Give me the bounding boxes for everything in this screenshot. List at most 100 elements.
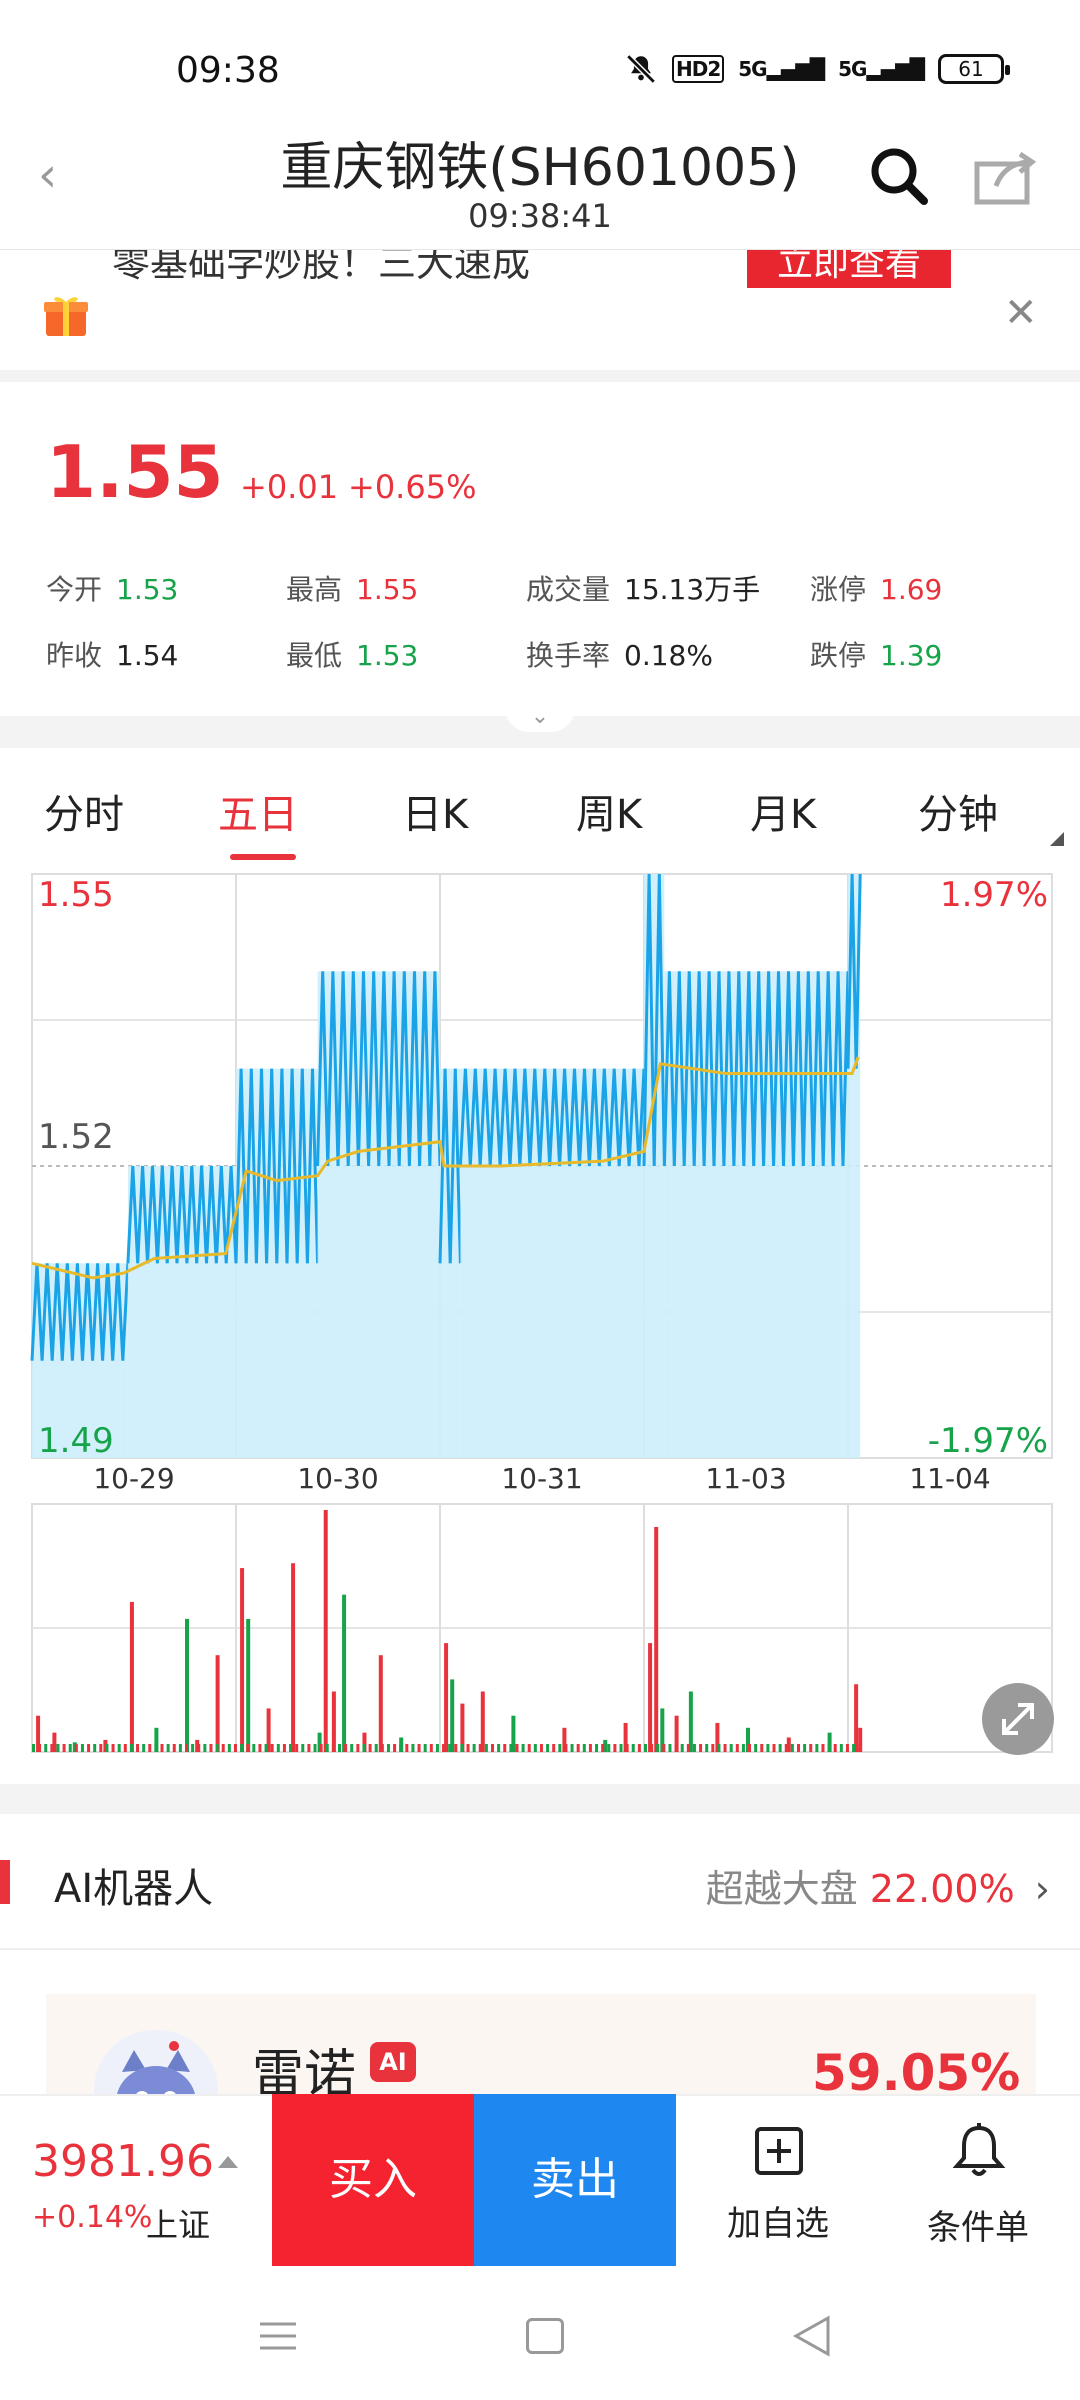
tab-5[interactable]: 分钟 (918, 782, 998, 840)
volume-bar (378, 1655, 383, 1752)
volume-bar (215, 1744, 219, 1752)
volume-bar (497, 1744, 501, 1752)
volume-bar (613, 1744, 617, 1752)
volume-bar (854, 1684, 859, 1752)
y-right-bottom: -1.97% (928, 1421, 1048, 1461)
stat-label: 成交量 (526, 573, 611, 606)
chevron-right-icon: › (1034, 1867, 1050, 1911)
volume-bar (399, 1744, 403, 1752)
volume-bar (637, 1744, 641, 1752)
banner-view-button[interactable]: 立即查看 (747, 250, 951, 288)
volume-bar (270, 1744, 274, 1752)
volume-bar (644, 1744, 647, 1752)
stat-value: 1.53 (356, 639, 419, 672)
volume-bar (650, 1744, 654, 1752)
tab-2[interactable]: 日K (402, 782, 468, 840)
volume-bar (227, 1744, 231, 1752)
y-label-mid: 1.52 (38, 1117, 114, 1157)
condition-order-button[interactable]: 条件单 (898, 2200, 1058, 2249)
stat-item: 今开 1.53 (46, 568, 178, 608)
buy-button[interactable]: 买入 (272, 2094, 474, 2266)
volume-bar (588, 1744, 592, 1752)
volume-bar (374, 1744, 378, 1752)
promo-banner[interactable]: 零基础学炒股！三大速成 立即查看 (0, 250, 1080, 370)
volume-bar (123, 1744, 127, 1752)
volume-bar (705, 1744, 709, 1752)
status-time: 09:38 (176, 50, 280, 91)
battery-icon: 61 (938, 54, 1010, 84)
volume-bar (172, 1744, 176, 1752)
stat-item: 最低 1.53 (286, 634, 418, 674)
status-icons: HD2 5G▂▄▆█ 5G▂▄▆█ 61 (624, 52, 1010, 86)
close-icon[interactable]: ✕ (1004, 290, 1038, 336)
volume-bar (582, 1744, 586, 1752)
date-label: 10-29 (93, 1462, 174, 1495)
volume-bar (154, 1744, 158, 1752)
volume-bar (754, 1744, 758, 1752)
volume-bar (576, 1744, 580, 1752)
volume-bar (197, 1744, 201, 1752)
volume-bar (858, 1744, 862, 1752)
volume-bar (484, 1744, 488, 1752)
volume-bar (839, 1744, 843, 1752)
volume-bar (38, 1744, 42, 1752)
volume-bar (307, 1744, 311, 1752)
volume-bar (142, 1744, 146, 1752)
nav-back-icon[interactable] (792, 2314, 832, 2362)
expand-icon[interactable] (982, 1683, 1054, 1755)
volume-bar (362, 1744, 366, 1752)
volume-bar (833, 1744, 837, 1752)
volume-bar (252, 1744, 256, 1752)
volume-bar (417, 1744, 421, 1752)
volume-bar (264, 1744, 268, 1752)
volume-bar (654, 1526, 659, 1752)
index-name: 上证 (146, 2206, 211, 2244)
stat-item: 最高 1.55 (286, 568, 418, 608)
section-gap (0, 370, 1080, 382)
volume-bar (662, 1744, 666, 1752)
stat-value: 1.55 (356, 573, 419, 606)
volume-bar (809, 1744, 813, 1752)
volume-bar (185, 1744, 188, 1752)
volume-bar (766, 1744, 770, 1752)
share-icon[interactable] (974, 150, 1037, 206)
volume-bar (778, 1744, 782, 1752)
index-value[interactable]: 3981.96 (32, 2136, 214, 2187)
volume-bar (233, 1744, 237, 1752)
volume-bar (74, 1744, 78, 1752)
nav-menu-icon[interactable] (258, 2316, 298, 2360)
tab-1[interactable]: 五日 (218, 782, 298, 840)
section-marker (0, 1860, 10, 1904)
volume-bar (527, 1744, 531, 1752)
stat-value: 0.18% (624, 639, 713, 672)
five-day-chart[interactable]: 1.55 1.52 1.49 1.97% -1.97% 10-29 10-30 10-31 11… (0, 870, 1080, 1760)
bell-icon[interactable] (952, 2122, 1006, 2184)
volume-bar (32, 1744, 35, 1752)
stat-value: 1.69 (880, 573, 943, 606)
volume-bar (748, 1744, 752, 1752)
nav-home-icon[interactable] (526, 2318, 564, 2354)
volume-bar (429, 1744, 433, 1752)
volume-bar (444, 1643, 449, 1752)
volume-bar (342, 1594, 347, 1752)
tab-4[interactable]: 月K (750, 782, 816, 840)
volume-bar (56, 1744, 60, 1752)
volume-bar (215, 1655, 220, 1752)
volume-bar (393, 1744, 397, 1752)
signal-2: 5G▂▄▆█ (838, 57, 925, 81)
ai-compare[interactable]: 超越大盘 22.00% › (706, 1858, 1050, 1913)
volume-bar (711, 1744, 715, 1752)
volume-bar (656, 1744, 660, 1752)
volume-bar (44, 1744, 48, 1752)
add-watch-icon[interactable] (754, 2126, 804, 2180)
add-watch-button[interactable]: 加自选 (698, 2196, 858, 2245)
stat-item: 换手率 0.18% (526, 634, 713, 674)
tab-more-icon[interactable] (1050, 832, 1064, 846)
sell-button[interactable]: 卖出 (474, 2094, 676, 2266)
tab-0[interactable]: 分时 (44, 782, 124, 840)
current-price: 1.55 (46, 430, 224, 514)
volume-bar (87, 1744, 91, 1752)
tab-3[interactable]: 周K (576, 782, 642, 840)
volume-bar (246, 1618, 251, 1752)
search-icon[interactable] (868, 145, 930, 207)
